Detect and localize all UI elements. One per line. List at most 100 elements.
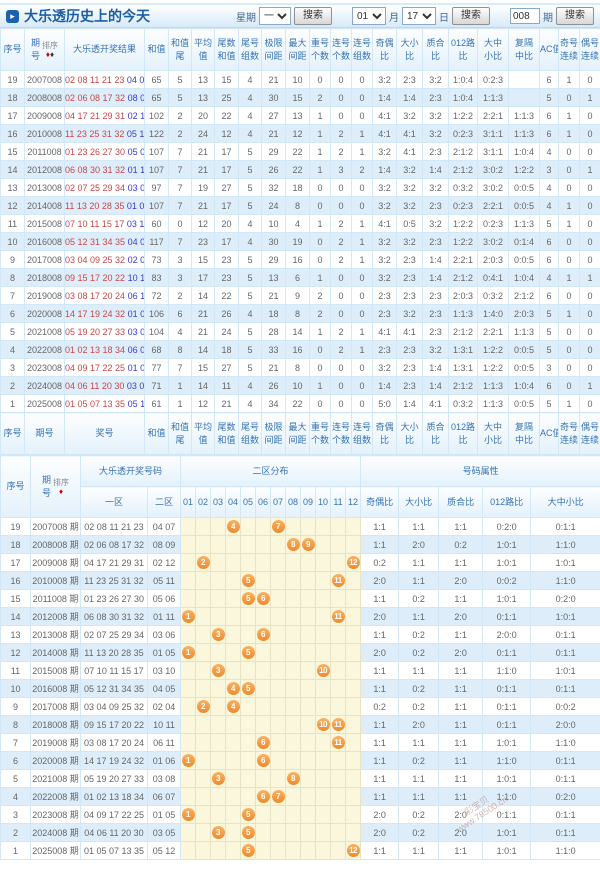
issue-cell: 2017008: [24, 250, 65, 269]
back-zone-numbers: 08 09: [127, 92, 144, 103]
attr-cell: 1:1: [438, 661, 484, 680]
issue-input[interactable]: [510, 8, 540, 24]
stat-cell: 3:2: [396, 178, 423, 197]
day-select[interactable]: 17: [402, 7, 436, 25]
seq-cell: 1: [0, 394, 25, 413]
front-zone-cell: 04 17 21 29 31: [80, 553, 148, 572]
stat-cell: 28: [261, 322, 286, 341]
front-zone-cell: 03 04 09 25 32: [80, 697, 148, 716]
stat-cell: 18: [214, 340, 239, 359]
zone-cell: [315, 805, 332, 824]
search-date-button[interactable]: 搜索: [452, 7, 490, 25]
stat-cell: 0:2:3: [477, 70, 509, 89]
zone-cell: [345, 679, 362, 698]
seq-cell: 4: [0, 787, 31, 806]
stat-cell: 0: [579, 250, 600, 269]
issue-cell: 2016008 期: [30, 679, 81, 698]
zone-cell: [345, 517, 362, 536]
zone-cell: [240, 733, 257, 752]
result-cell: 04 06 11 20 30 03 05: [64, 376, 145, 395]
zone-cell: [210, 643, 227, 662]
zone-cell: [270, 805, 287, 824]
zone-cell: [195, 661, 212, 680]
attr-cell: 2:0: [438, 805, 484, 824]
number-ball: 10: [316, 664, 330, 677]
zone-cell-hit: 1: [180, 805, 197, 824]
attr-header: 大中小比: [530, 486, 600, 518]
stat-cell: 2: [351, 160, 373, 179]
stat-cell: 6: [168, 304, 192, 323]
stat-cell: 0: [558, 322, 580, 341]
zone-cell: [240, 715, 257, 734]
attr-cell: 2:0: [438, 607, 484, 626]
zone-cell: [225, 607, 242, 626]
stat-cell: 0: [558, 286, 580, 305]
stat-cell: 0: [330, 268, 352, 287]
stat-cell: 2: [168, 124, 192, 143]
stat-cell: 1: [309, 106, 331, 125]
stat-cell: 6: [539, 70, 559, 89]
stat-cell: 5: [238, 340, 262, 359]
stat-cell: 21: [261, 124, 286, 143]
zone-cell: [300, 643, 317, 662]
stat-cell: 0: [309, 358, 331, 377]
seq-cell: 3: [0, 805, 31, 824]
sort-asc-icon[interactable]: ♦: [59, 487, 63, 496]
stat-cell: 0: [579, 322, 600, 341]
attr-cell: 1:1: [438, 697, 484, 716]
zone-cell-hit: 3: [210, 769, 227, 788]
week-select[interactable]: 一: [259, 7, 291, 25]
seq-cell: 18: [0, 535, 31, 554]
stat-cell: 0: [351, 394, 373, 413]
sort-control[interactable]: 排序 ♦♦: [42, 41, 58, 59]
zone-cell: [240, 553, 257, 572]
issue-cell: 2017008 期: [30, 697, 81, 716]
stat-cell: 2:0:3: [477, 250, 509, 269]
stat-cell: 2:2:1: [448, 250, 478, 269]
month-select[interactable]: 01: [352, 7, 386, 25]
stat-cell: 10: [285, 376, 310, 395]
attr-cell: 1:1: [438, 769, 484, 788]
stat-cell: 1:4: [372, 376, 397, 395]
t1-column-header: 大小比: [396, 28, 423, 71]
attr-cell: 1:0:1: [482, 535, 532, 554]
stat-cell: 6: [539, 286, 559, 305]
result-group-header: 大乐透开奖号码: [79, 455, 182, 487]
zone-cell-hit: 6: [255, 787, 272, 806]
stat-cell: 0: [309, 70, 331, 89]
back-zone-cell: 02 12: [146, 553, 182, 572]
zone-cell-hit: 2: [195, 697, 212, 716]
seq-cell: 15: [0, 589, 31, 608]
zone-cell: [225, 787, 242, 806]
zone-cell: [270, 625, 287, 644]
zone-cell: [330, 823, 347, 842]
zone-cell: [330, 589, 347, 608]
number-ball: 5: [241, 592, 255, 605]
zone-cell-hit: 5: [240, 841, 257, 860]
zone-cell: [345, 607, 362, 626]
attr-cell: 0:2: [360, 553, 400, 572]
stat-cell: 2:2:1: [477, 322, 509, 341]
number-ball: 5: [241, 808, 255, 821]
number-ball: 11: [331, 574, 345, 587]
stat-cell: 1: [558, 196, 580, 215]
zone-cell: [315, 625, 332, 644]
stat-cell: 10: [285, 70, 310, 89]
stat-cell: 2: [330, 250, 352, 269]
seq-cell: 1: [0, 841, 31, 860]
front-zone-numbers: 05 12 31 34 35: [65, 236, 126, 247]
stat-cell: 0: [579, 304, 600, 323]
search-week-button[interactable]: 搜索: [294, 7, 332, 25]
stat-cell: 0: [351, 106, 373, 125]
stat-cell: 1: [309, 322, 331, 341]
issue-cell: 2020008: [24, 304, 65, 323]
seq-cell: 16: [0, 571, 31, 590]
search-issue-button[interactable]: 搜索: [556, 7, 594, 25]
sort-control[interactable]: 排序 ♦: [53, 478, 69, 496]
front-zone-numbers: 01 23 26 27 30: [65, 146, 126, 157]
stat-cell: 2: [330, 214, 352, 233]
stat-cell: 3:1:1: [477, 124, 509, 143]
attr-cell: 1:0:1: [482, 841, 532, 860]
sort-desc-icon[interactable]: ♦: [50, 50, 54, 59]
stats-table: 序号期号排序 ♦♦ 大乐透开奖结果 和值 和值尾平均值尾数 和值 尾号 组数 极限 间距 最大 间距重…: [0, 28, 600, 455]
